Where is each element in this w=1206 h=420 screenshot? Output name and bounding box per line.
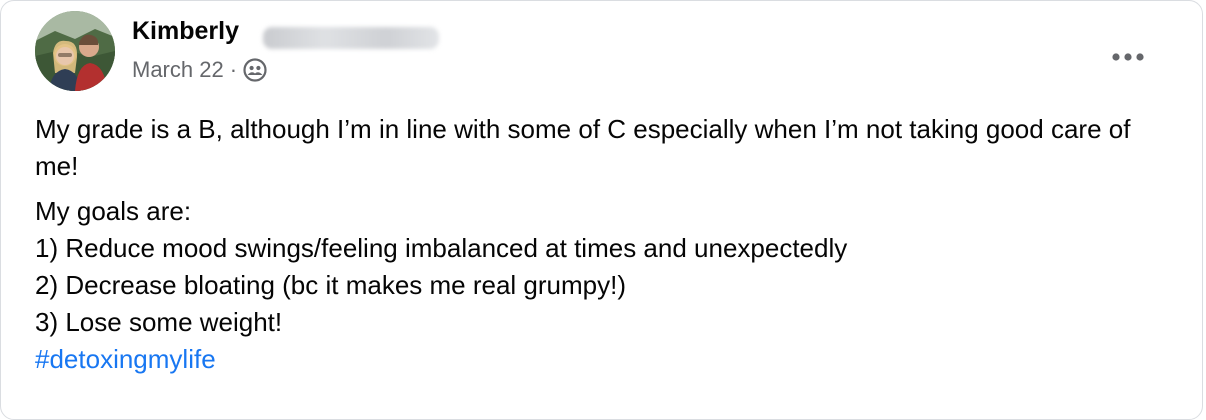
post-card: Kimberly March 22 · My grade is a B, alt… [0, 0, 1203, 420]
post-body: My grade is a B, although I’m in line wi… [35, 111, 1175, 386]
goals-heading: My goals are: [35, 196, 192, 226]
post-paragraph-grade: My grade is a B, although I’m in line wi… [35, 114, 1131, 181]
post-header: Kimberly March 22 · [35, 11, 1202, 95]
friends-icon[interactable] [243, 58, 267, 82]
hashtag-link[interactable]: #detoxingmylife [35, 341, 1175, 378]
more-options-icon [1112, 53, 1144, 61]
post-date[interactable]: March 22 [132, 57, 224, 83]
author-avatar[interactable] [35, 11, 115, 91]
meta-separator: · [229, 57, 238, 82]
author-name[interactable]: Kimberly [132, 17, 239, 46]
goal-item: 1) Reduce mood swings/feeling imbalanced… [35, 233, 848, 263]
goal-item: 3) Lose some weight! [35, 307, 283, 337]
goal-item: 2) Decrease bloating (bc it makes me rea… [35, 270, 627, 300]
avatar-photo [35, 11, 115, 91]
post-goals: My goals are: 1) Reduce mood swings/feel… [35, 193, 1175, 378]
post-meta: March 22 · [132, 57, 267, 83]
more-options-button[interactable] [1110, 39, 1146, 75]
redacted-name [263, 27, 439, 49]
